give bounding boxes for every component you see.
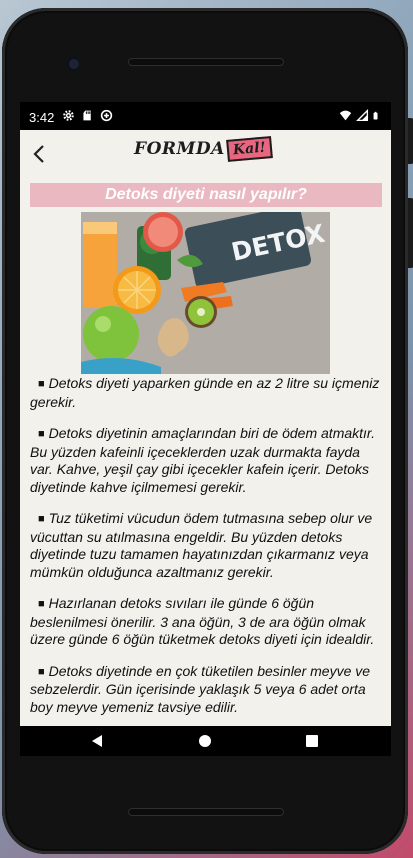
paragraph-text: Detoks diyetinin amaçlarından biri de öd… (30, 425, 375, 495)
article-paragraph: ■ Tuz tüketimi vücudun ödem tutmasına seb… (30, 510, 382, 581)
article-paragraph: ■ Detoks diyeti yaparken günde en az 2 li… (30, 375, 382, 411)
volume-button (408, 118, 413, 164)
article-body: ■ Detoks diyeti yaparken günde en az 2 li… (30, 375, 382, 726)
chevron-left-icon[interactable] (30, 144, 50, 164)
home-circle-icon[interactable] (198, 734, 212, 748)
top-speaker (128, 58, 284, 66)
bottom-speaker (128, 808, 284, 816)
system-navigation-bar (20, 726, 391, 756)
sd-card-icon (83, 110, 91, 121)
toolbar: FORMDA Kal! (20, 130, 391, 178)
front-camera (66, 56, 82, 72)
signal-icon (356, 109, 369, 122)
power-button (408, 198, 413, 268)
paragraph-text: Detoks diyetinde en çok tüketilen besinl… (30, 662, 371, 715)
bullet-square-icon: ■ (38, 378, 45, 390)
article-paragraph: ■ Hazırlanan detoks sıvıları ile günde 6 … (30, 595, 382, 649)
status-bar: 3:42 (20, 102, 391, 130)
phone-frame: 3:42 FORMDA Kal! Detoks diyeti nasıl yap… (2, 8, 413, 854)
article-title: Detoks diyeti nasıl yapılır? (105, 186, 307, 203)
recents-square-icon[interactable] (305, 734, 319, 748)
detox-image: DETOX (81, 212, 330, 374)
status-time: 3:42 (29, 110, 55, 125)
logo-text: FORMDA (134, 139, 225, 159)
back-triangle-icon[interactable] (90, 734, 104, 748)
bullet-square-icon: ■ (38, 665, 45, 678)
app-content: FORMDA Kal! Detoks diyeti nasıl yapılır?… (20, 130, 391, 726)
paragraph-text: Hazırlanan detoks sıvıları ile günde 6 ö… (30, 595, 375, 647)
bullet-square-icon: ■ (38, 428, 45, 440)
article-paragraph: ■ Detoks diyetinin amaçlarından biri de ö… (30, 425, 382, 496)
paragraph-text: Detoks diyeti yaparken günde en az 2 lit… (30, 375, 380, 410)
app-logo: FORMDA Kal! (134, 134, 273, 164)
status-left-icons (62, 109, 113, 122)
screen: 3:42 FORMDA Kal! Detoks diyeti nasıl yap… (20, 102, 391, 756)
battery-icon (373, 111, 378, 120)
paragraph-text: Tuz tüketimi vücudun ödem tutmasına sebe… (30, 510, 373, 580)
gear-icon (63, 110, 74, 121)
bullet-square-icon: ■ (38, 513, 45, 525)
article-title-bar: Detoks diyeti nasıl yapılır? (30, 183, 382, 207)
status-right-icons (339, 109, 382, 122)
article-paragraph: ■ Detoks diyetinde en çok tüketilen besin… (30, 663, 382, 717)
logo-badge: Kal! (225, 136, 273, 162)
bullet-square-icon: ■ (38, 598, 45, 610)
data-saver-icon (100, 109, 113, 122)
detox-illustration: DETOX (81, 212, 330, 374)
wifi-icon (339, 110, 352, 121)
